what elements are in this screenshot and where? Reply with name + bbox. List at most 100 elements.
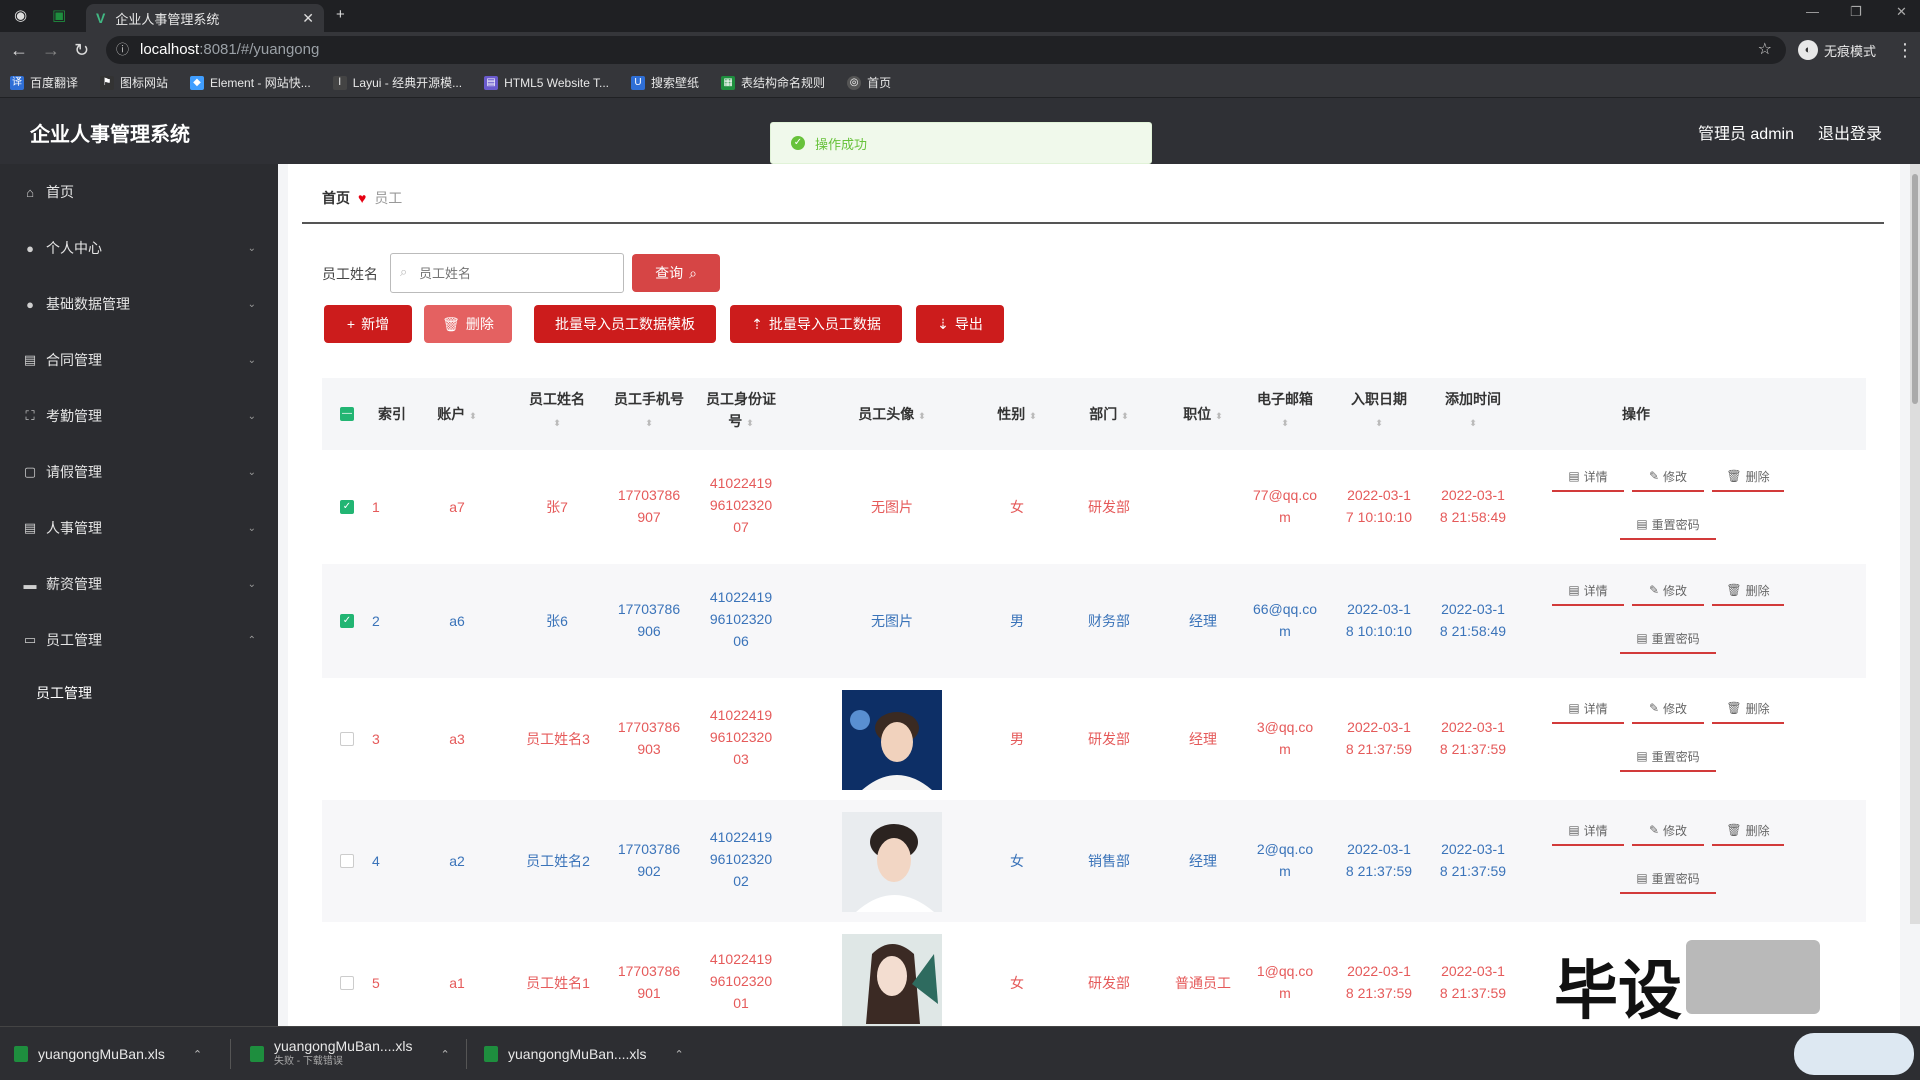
edit-button[interactable]: ✎ 修改 bbox=[1632, 576, 1704, 606]
search-button[interactable]: 查询 ⌕ bbox=[632, 254, 720, 292]
header-added[interactable]: 添加时间 ⬍ bbox=[1426, 388, 1520, 434]
vertical-scrollbar[interactable] bbox=[1910, 164, 1920, 924]
chevron-up-icon[interactable]: ⌃ bbox=[193, 1048, 202, 1061]
header-hire[interactable]: 入职日期 ⬍ bbox=[1334, 388, 1424, 434]
cell-email-2: m bbox=[1279, 985, 1291, 1001]
detail-button[interactable]: ▤ 详情 bbox=[1552, 694, 1624, 724]
reset-password-button[interactable]: ▤ 重置密码 bbox=[1620, 742, 1716, 772]
header-position[interactable]: 职位 ⬍ bbox=[1168, 403, 1238, 427]
doc-icon: ▤ bbox=[1568, 701, 1580, 715]
chevron-up-icon[interactable]: ⌃ bbox=[441, 1048, 450, 1061]
bookmark-item[interactable]: ▤ HTML5 Website T... bbox=[484, 75, 609, 90]
header-avatar[interactable]: 员工头像 ⬍ bbox=[822, 403, 962, 427]
reset-password-button[interactable]: ▤ 重置密码 bbox=[1620, 864, 1716, 894]
row-checkbox[interactable] bbox=[340, 976, 354, 990]
header-idcard[interactable]: 员工身份证号 ⬍ bbox=[696, 388, 786, 434]
delete-row-button[interactable]: 🗑 删除 bbox=[1712, 576, 1784, 606]
cell-name: 员工姓名1 bbox=[526, 975, 590, 991]
sidebar-item-salary[interactable]: ▬ 薪资管理 ⌄ bbox=[0, 556, 278, 612]
bookmark-item[interactable]: 译百度翻译 bbox=[10, 74, 78, 91]
add-button[interactable]: + 新增 bbox=[324, 305, 412, 343]
download-item[interactable]: yuangongMuBan....xls 失败 - 下载错误 ⌃ bbox=[250, 1035, 450, 1073]
sidebar-item-home[interactable]: ⌂ 首页 bbox=[0, 164, 278, 220]
detail-button[interactable]: ▤ 详情 bbox=[1552, 816, 1624, 846]
close-tab-icon[interactable]: ✕ bbox=[302, 10, 314, 27]
sidebar-item-attendance[interactable]: ⛶ 考勤管理 ⌄ bbox=[0, 388, 278, 444]
detail-button[interactable]: ▤ 详情 bbox=[1552, 576, 1624, 606]
header-gender[interactable]: 性别 ⬍ bbox=[982, 403, 1052, 427]
cell-email: 77@qq.co m bbox=[1240, 484, 1330, 528]
ime-widget[interactable] bbox=[1794, 1033, 1914, 1075]
delete-row-button[interactable]: 🗑 删除 bbox=[1712, 462, 1784, 492]
row-checkbox[interactable] bbox=[340, 732, 354, 746]
url-path: :8081/#/yuangong bbox=[199, 41, 320, 58]
doc-icon: ▤ bbox=[1568, 823, 1580, 837]
browser-menu-icon[interactable]: ◉ bbox=[14, 6, 27, 24]
header-phone[interactable]: 员工手机号 ⬍ bbox=[604, 388, 694, 434]
delete-button[interactable]: 🗑 删除 bbox=[424, 305, 512, 343]
logout-link[interactable]: 退出登录 bbox=[1818, 120, 1882, 144]
reset-password-button[interactable]: ▤ 重置密码 bbox=[1620, 624, 1716, 654]
back-icon[interactable]: ← bbox=[10, 40, 28, 61]
sidebar-item-contract[interactable]: ▤ 合同管理 ⌄ bbox=[0, 332, 278, 388]
delete-row-button[interactable]: 🗑 删除 bbox=[1712, 694, 1784, 724]
download-item[interactable]: yuangongMuBan.xls ⌃ bbox=[14, 1035, 202, 1073]
url-field[interactable]: ⓘ localhost:8081/#/yuangong ☆ bbox=[106, 36, 1786, 64]
star-icon[interactable]: ☆ bbox=[1758, 36, 1772, 64]
download-item[interactable]: yuangongMuBan....xls ⌃ bbox=[484, 1035, 684, 1073]
sort-icon: ⬍ bbox=[1215, 411, 1223, 421]
bookmark-item[interactable]: ⚑ 图标网站 bbox=[100, 74, 168, 91]
reset-password-button[interactable]: ▤ 重置密码 bbox=[1620, 510, 1716, 540]
sidebar-item-leave[interactable]: ▢ 请假管理 ⌄ bbox=[0, 444, 278, 500]
bookmark-item[interactable]: l Layui - 经典开源模... bbox=[332, 74, 462, 91]
header-index: 索引 bbox=[378, 406, 406, 422]
sidebar-item-personnel[interactable]: ▤ 人事管理 ⌄ bbox=[0, 500, 278, 556]
bookmark-item[interactable]: U 搜索壁纸 bbox=[631, 74, 699, 91]
cell-gender: 女 bbox=[1010, 499, 1024, 515]
minimize-icon[interactable]: — bbox=[1806, 4, 1819, 19]
doc-icon: ▤ bbox=[1636, 749, 1648, 763]
kebab-menu-icon[interactable]: ⋮ bbox=[1896, 40, 1914, 61]
row-checkbox[interactable]: ✓ bbox=[340, 614, 354, 628]
window-close-icon[interactable]: ✕ bbox=[1896, 4, 1907, 20]
cell-id-2: 96102320 bbox=[709, 611, 773, 627]
row-checkbox[interactable] bbox=[340, 854, 354, 868]
bookmark-item[interactable]: ◎ 首页 bbox=[847, 74, 891, 91]
sheet-tab-icon[interactable]: ▣ bbox=[52, 6, 66, 24]
wallet-icon: ▬ bbox=[23, 576, 37, 592]
detail-label: 详情 bbox=[1583, 701, 1608, 716]
sort-icon: ⬍ bbox=[918, 411, 926, 421]
select-all-checkbox[interactable]: — bbox=[340, 407, 354, 421]
sidebar-item-basedata[interactable]: ● 基础数据管理 ⌄ bbox=[0, 276, 278, 332]
header-dept[interactable]: 部门 ⬍ bbox=[1074, 403, 1144, 427]
bookmark-item[interactable]: ◆ Element - 网站快... bbox=[190, 74, 311, 91]
cell-email-1: 1@qq.co bbox=[1256, 963, 1314, 979]
chevron-up-icon[interactable]: ⌃ bbox=[675, 1048, 684, 1061]
export-button[interactable]: ⇣ 导出 bbox=[916, 305, 1004, 343]
edit-button[interactable]: ✎ 修改 bbox=[1632, 462, 1704, 492]
header-name[interactable]: 员工姓名 ⬍ bbox=[522, 388, 592, 434]
delete-row-button[interactable]: 🗑 删除 bbox=[1712, 816, 1784, 846]
search-input[interactable] bbox=[390, 253, 624, 293]
header-email[interactable]: 电子邮箱 ⬍ bbox=[1240, 388, 1330, 434]
breadcrumb-home[interactable]: 首页 bbox=[322, 188, 350, 208]
restore-icon[interactable]: ❐ bbox=[1850, 4, 1862, 20]
cell-email-1: 3@qq.co bbox=[1256, 719, 1314, 735]
row-checkbox[interactable]: ✓ bbox=[340, 500, 354, 514]
browser-tab-active[interactable]: V 企业人事管理系统 ✕ bbox=[86, 4, 324, 32]
new-tab-icon[interactable]: + bbox=[336, 6, 345, 23]
bookmark-item[interactable]: ▦ 表结构命名规则 bbox=[721, 74, 825, 91]
profile-button[interactable]: ◐ 无痕模式 bbox=[1797, 40, 1876, 60]
forward-icon[interactable]: → bbox=[42, 40, 60, 61]
sidebar-item-profile[interactable]: ● 个人中心 ⌄ bbox=[0, 220, 278, 276]
sidebar-item-employee[interactable]: ▭ 员工管理 ⌃ bbox=[0, 612, 278, 668]
reload-icon[interactable]: ↻ bbox=[74, 40, 89, 61]
sidebar-subitem-employee[interactable]: 员工管理 bbox=[0, 668, 278, 718]
header-account[interactable]: 账户 ⬍ bbox=[422, 403, 492, 427]
edit-button[interactable]: ✎ 修改 bbox=[1632, 816, 1704, 846]
scrollbar-thumb[interactable] bbox=[1912, 174, 1918, 404]
edit-button[interactable]: ✎ 修改 bbox=[1632, 694, 1704, 724]
detail-button[interactable]: ▤ 详情 bbox=[1552, 462, 1624, 492]
template-button[interactable]: 批量导入员工数据模板 bbox=[534, 305, 716, 343]
import-button[interactable]: ⇡ 批量导入员工数据 bbox=[730, 305, 902, 343]
